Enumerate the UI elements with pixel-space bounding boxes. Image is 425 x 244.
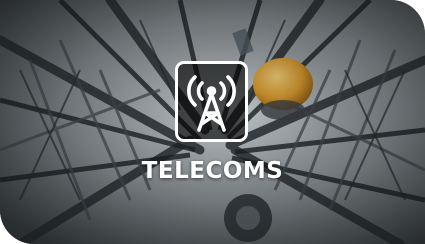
tile-label: TELECOMS bbox=[141, 158, 284, 184]
radio-tower-icon bbox=[187, 75, 236, 132]
radio-tower-icon-frame bbox=[175, 61, 248, 142]
telecoms-tile[interactable]: TELECOMS bbox=[0, 0, 425, 244]
